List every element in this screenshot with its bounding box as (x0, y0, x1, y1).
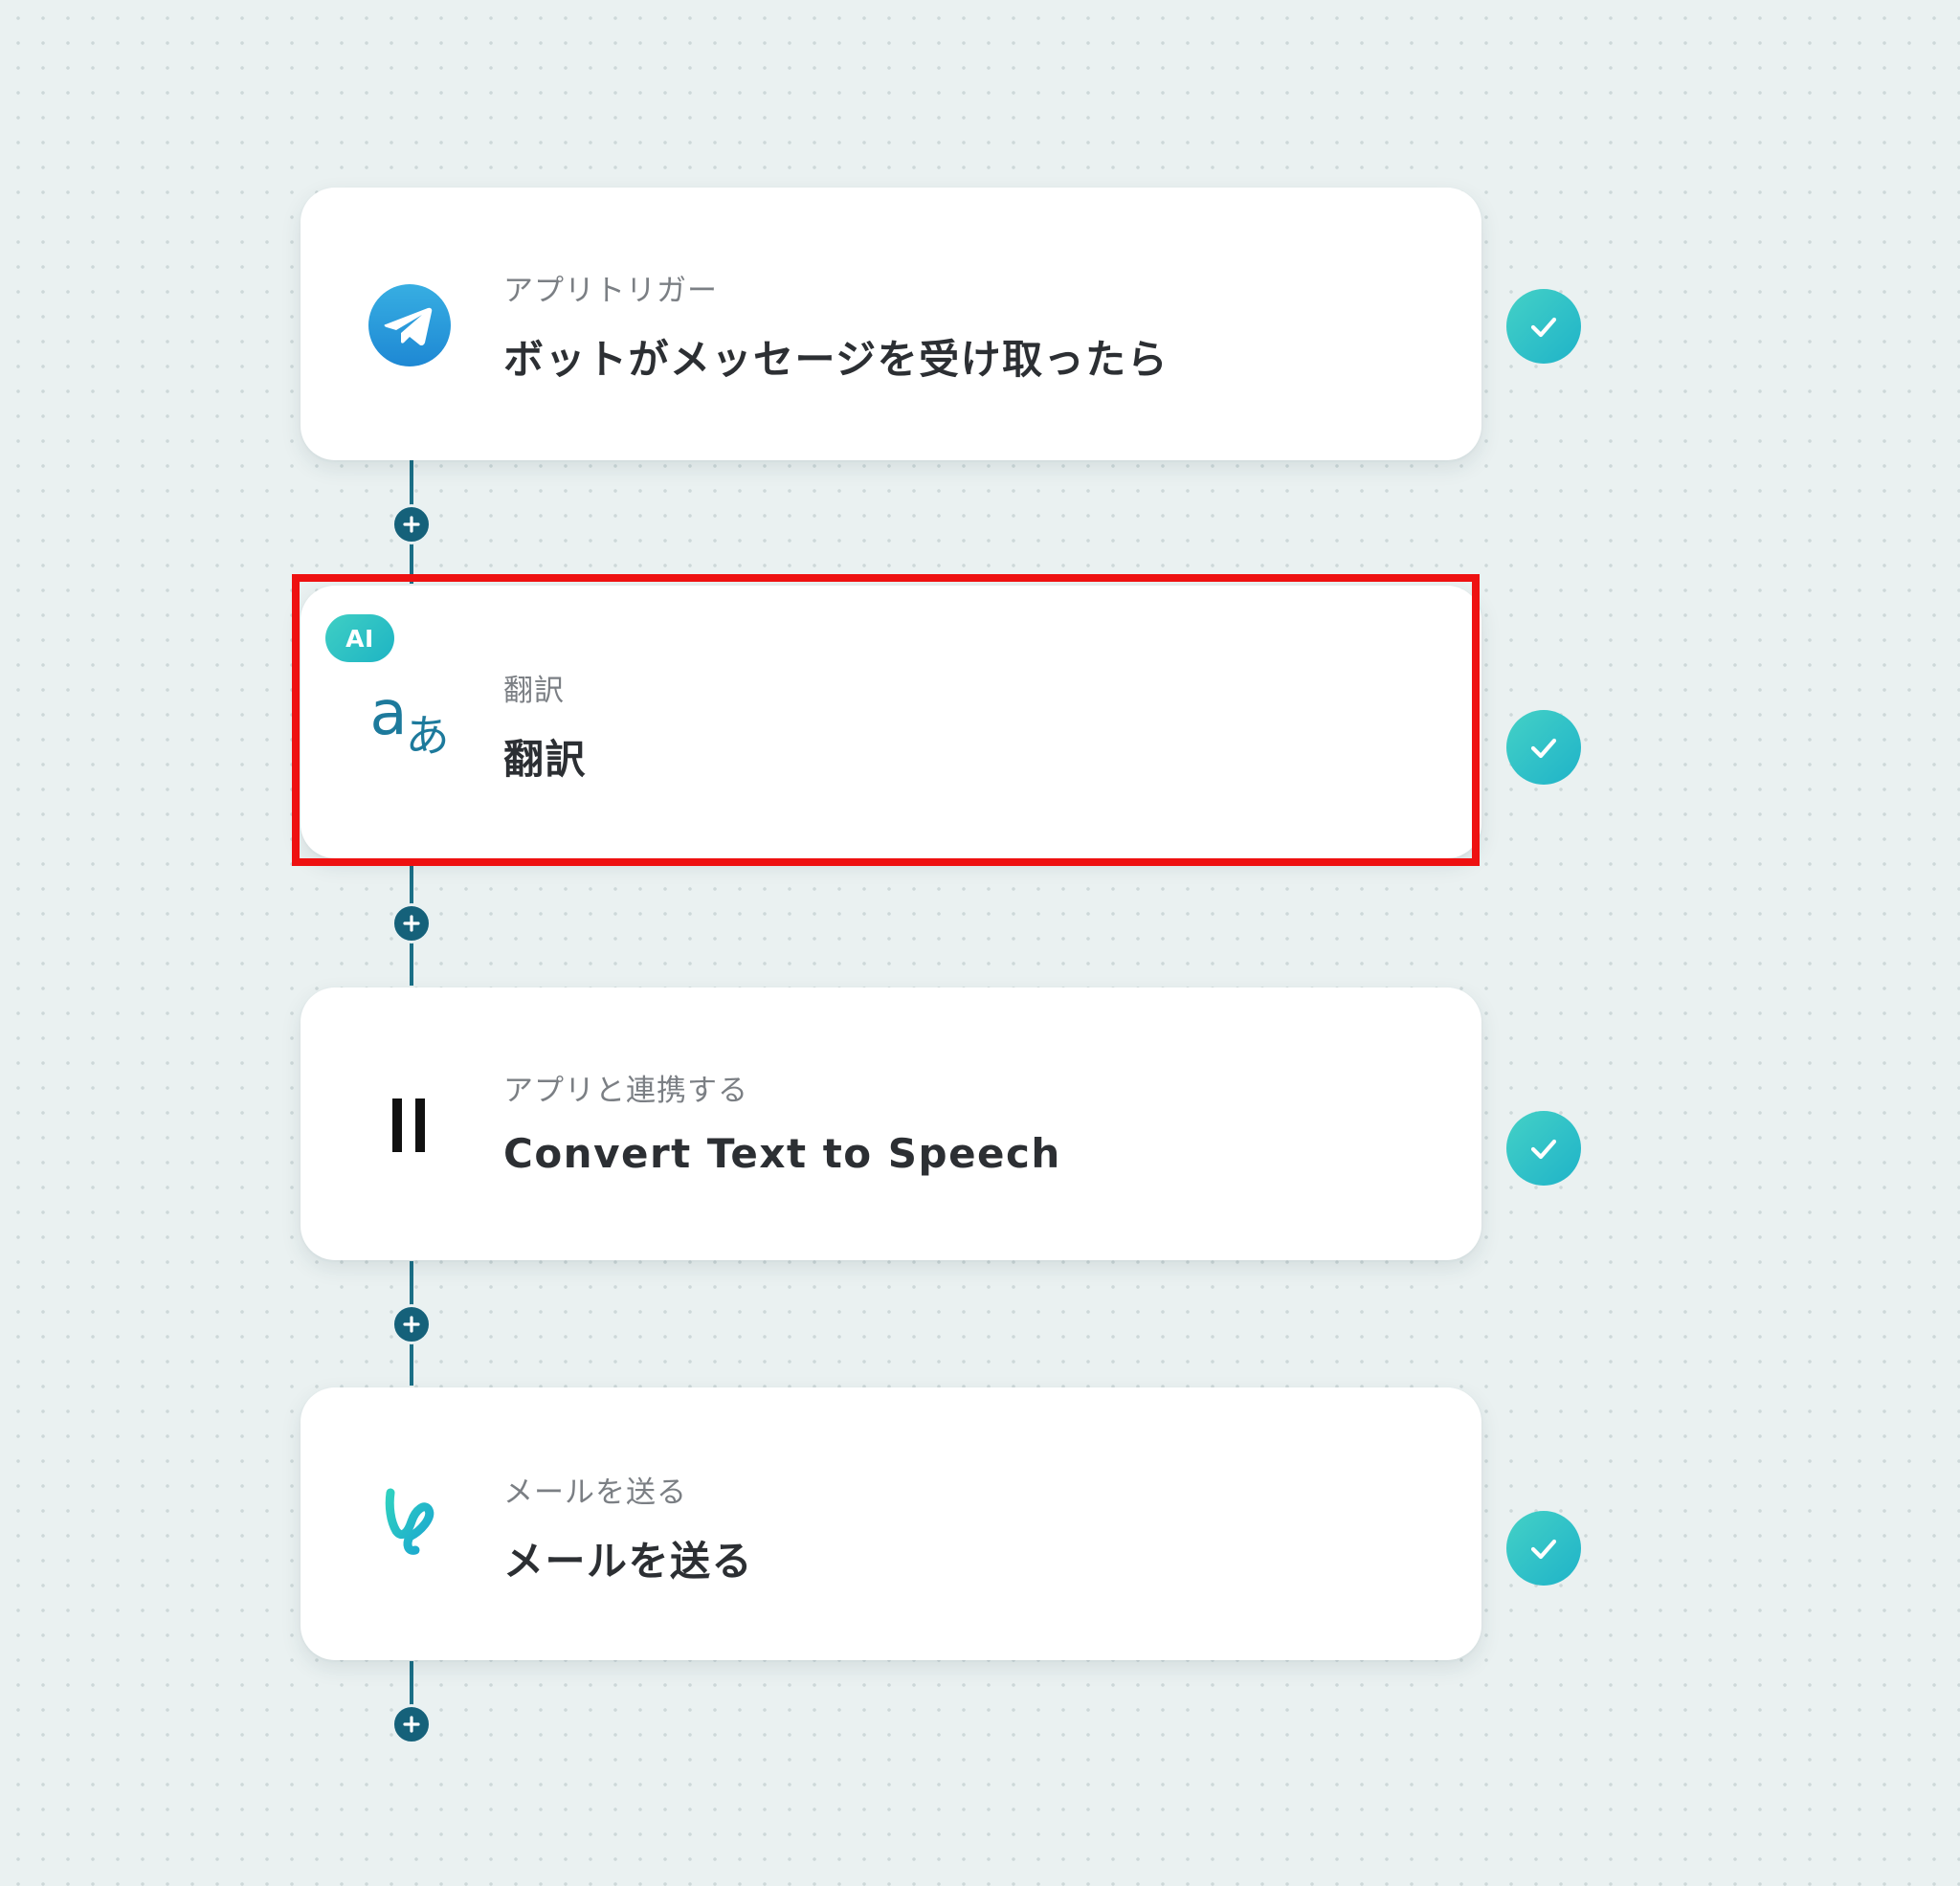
add-step-button[interactable] (391, 1704, 432, 1744)
step-card-text-to-speech[interactable] (301, 987, 1481, 1260)
status-check (1506, 710, 1581, 785)
step-title: ボットがメッセージを受け取ったら (503, 336, 1169, 383)
yoom-mail-icon (368, 1481, 452, 1565)
telegram-icon (368, 283, 452, 367)
step-card-translate[interactable] (301, 586, 1481, 858)
status-check (1506, 1111, 1581, 1186)
status-check (1506, 289, 1581, 364)
plus-icon (403, 516, 420, 533)
step-title: 翻訳 (503, 736, 588, 783)
elevenlabs-icon (368, 1083, 452, 1167)
step-kicker: アプリと連携する (503, 1074, 748, 1108)
plus-icon (403, 915, 420, 932)
add-step-button[interactable] (391, 1304, 432, 1344)
step-title: メールを送る (503, 1538, 754, 1585)
translate-icon: aあ (369, 678, 450, 762)
check-icon (1530, 1539, 1557, 1560)
check-icon (1530, 738, 1557, 759)
step-card-send-mail[interactable] (301, 1387, 1481, 1660)
plus-icon (403, 1316, 420, 1333)
ai-badge: AI (325, 614, 394, 662)
check-icon (1530, 317, 1557, 338)
step-kicker: 翻訳 (503, 674, 565, 708)
step-title: Convert Text to Speech (503, 1130, 1061, 1177)
add-step-button[interactable] (391, 903, 432, 943)
step-card-trigger[interactable] (301, 188, 1481, 460)
step-kicker: メールを送る (503, 1476, 687, 1510)
status-check (1506, 1511, 1581, 1586)
flow-canvas: アプリトリガー ボットがメッセージを受け取ったら AI aあ 翻訳 翻訳 アプリ… (0, 0, 1960, 1886)
add-step-button[interactable] (391, 504, 432, 544)
plus-icon (403, 1716, 420, 1733)
step-kicker: アプリトリガー (503, 274, 718, 308)
check-icon (1530, 1139, 1557, 1160)
